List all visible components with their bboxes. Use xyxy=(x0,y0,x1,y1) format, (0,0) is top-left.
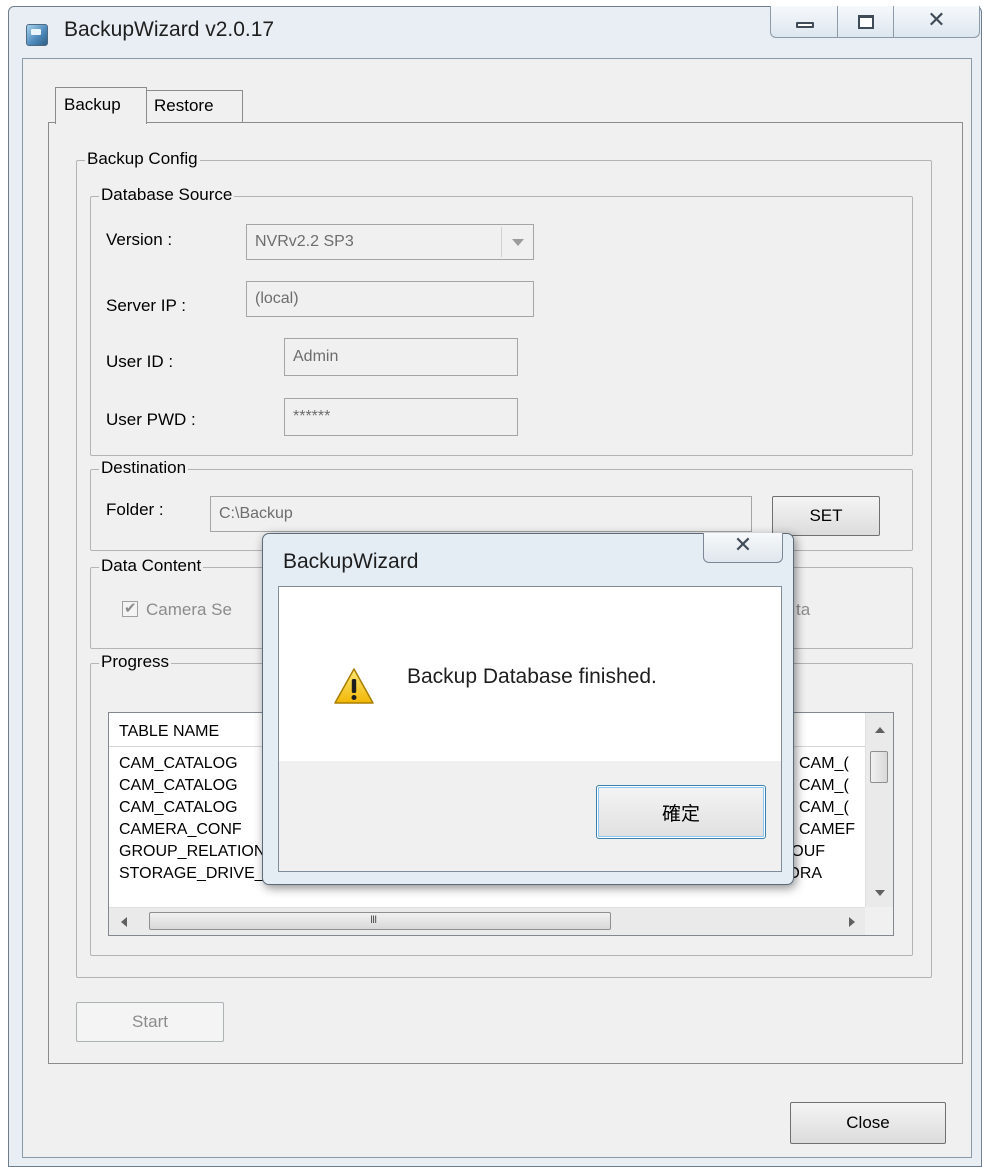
minimize-icon xyxy=(796,22,814,28)
close-icon: ✕ xyxy=(927,8,946,33)
chevron-down-icon[interactable] xyxy=(501,227,531,257)
camera-settings-label: Camera Se xyxy=(146,600,232,619)
folder-input[interactable]: C:\Backup xyxy=(210,496,752,532)
scroll-right-icon[interactable] xyxy=(849,917,855,927)
set-button[interactable]: SET xyxy=(772,496,880,536)
destination-title: Destination xyxy=(99,457,189,479)
user-id-value: Admin xyxy=(293,348,339,365)
maximize-icon xyxy=(858,15,875,29)
user-pwd-label: User PWD : xyxy=(106,410,196,429)
scroll-grip-icon: III xyxy=(370,914,377,926)
server-ip-input[interactable]: (local) xyxy=(246,281,534,317)
window-title: BackupWizard v2.0.17 xyxy=(64,18,275,41)
backup-config-title: Backup Config xyxy=(85,148,200,170)
user-pwd-input[interactable]: ****** xyxy=(284,398,518,436)
user-pwd-value: ****** xyxy=(293,408,331,425)
version-label: Version : xyxy=(106,230,173,249)
close-button[interactable]: Close xyxy=(790,1102,946,1144)
scroll-up-icon[interactable] xyxy=(875,727,885,733)
version-value: NVRv2.2 SP3 xyxy=(255,233,354,250)
dialog-close-button[interactable]: ✕ xyxy=(703,533,783,563)
horizontal-scrollbar[interactable]: III xyxy=(109,907,867,935)
tab-backup[interactable]: Backup xyxy=(55,87,147,124)
folder-label: Folder : xyxy=(106,500,164,519)
maximize-button[interactable] xyxy=(838,6,894,37)
user-id-input[interactable]: Admin xyxy=(284,338,518,376)
cell-path: CAMEF xyxy=(799,821,855,838)
version-select[interactable]: NVRv2.2 SP3 xyxy=(246,224,534,260)
start-button[interactable]: Start xyxy=(76,1002,224,1042)
ok-button[interactable]: 確定 xyxy=(596,785,766,839)
dialog-message: Backup Database finished. xyxy=(407,665,657,688)
vertical-scrollbar[interactable] xyxy=(865,713,893,909)
scroll-corner xyxy=(865,907,893,935)
close-icon: ✕ xyxy=(733,533,753,558)
scroll-left-icon[interactable] xyxy=(121,917,127,927)
data-content-title: Data Content xyxy=(99,555,204,577)
cell-path: CAM_( xyxy=(799,777,849,794)
message-dialog: BackupWizard ✕ Backup Database finished.… xyxy=(262,533,794,885)
vertical-scroll-thumb[interactable] xyxy=(870,751,888,783)
horizontal-scroll-thumb[interactable]: III xyxy=(149,912,611,930)
server-ip-value: (local) xyxy=(255,290,299,307)
minimize-button[interactable] xyxy=(771,6,839,37)
cell-path: CAM_( xyxy=(799,755,849,772)
dialog-title: BackupWizard xyxy=(283,550,419,573)
dialog-body: Backup Database finished. 確定 xyxy=(278,586,782,872)
warning-icon xyxy=(334,668,374,704)
tab-restore[interactable]: Restore xyxy=(145,90,243,122)
dialog-message-area: Backup Database finished. xyxy=(279,587,781,761)
app-icon xyxy=(26,24,48,46)
folder-value: C:\Backup xyxy=(219,505,293,522)
database-source-title: Database Source xyxy=(99,184,235,206)
user-id-label: User ID : xyxy=(106,352,174,371)
window-close-button[interactable]: ✕ xyxy=(894,6,979,37)
scroll-down-icon[interactable] xyxy=(875,890,885,896)
cell-path: CAM_( xyxy=(799,799,849,816)
server-ip-label: Server IP : xyxy=(106,296,186,315)
camera-settings-checkbox[interactable] xyxy=(122,599,138,617)
data-content-trailing-text: ta xyxy=(796,600,811,619)
progress-title: Progress xyxy=(99,651,172,673)
caption-buttons: ✕ xyxy=(770,6,980,38)
